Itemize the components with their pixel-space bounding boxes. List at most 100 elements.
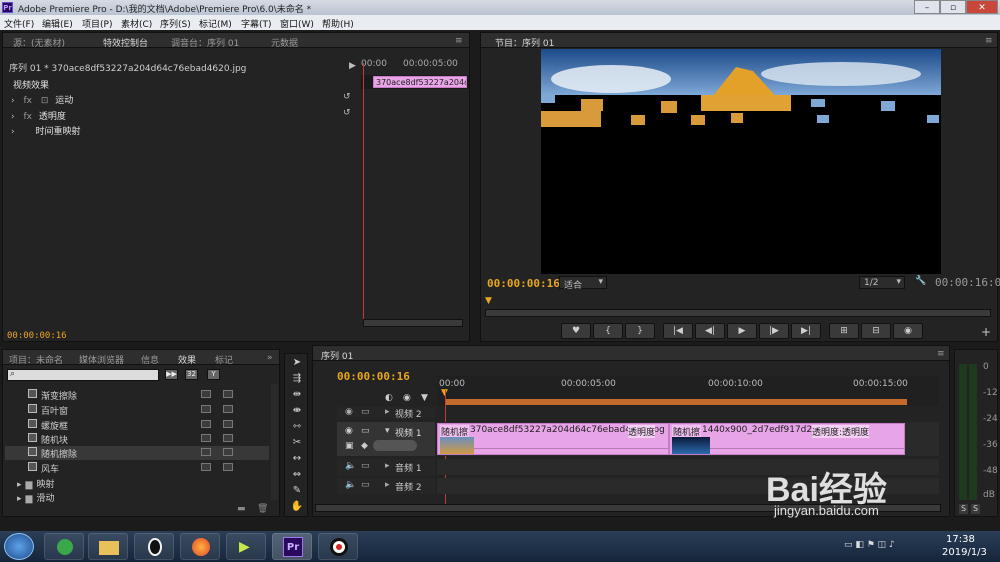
- start-button[interactable]: [4, 533, 34, 560]
- fit-dropdown[interactable]: 适合 ▾: [559, 276, 607, 291]
- snap-icon[interactable]: ◐: [385, 393, 393, 403]
- work-area-bar[interactable]: [445, 399, 907, 405]
- menu-window[interactable]: 窗口(W): [280, 17, 314, 30]
- zoom-scrollbar[interactable]: [363, 319, 463, 327]
- clip-property[interactable]: 透明度: [628, 425, 656, 438]
- solo-button[interactable]: S: [971, 504, 980, 514]
- tab-project[interactable]: 项目：未命名: [9, 353, 63, 366]
- tab-info[interactable]: 信息: [141, 353, 159, 366]
- reset-opacity-icon[interactable]: ↺: [343, 108, 351, 118]
- slide-tool-icon[interactable]: ⇔: [289, 468, 305, 482]
- lift-button[interactable]: ⊞: [829, 323, 859, 339]
- go-to-in-button[interactable]: |◀: [663, 323, 693, 339]
- keyframe-icon[interactable]: ◆: [361, 441, 368, 451]
- panel-menu-icon[interactable]: ≡: [985, 36, 993, 46]
- effect-item[interactable]: 渐变擦除: [28, 389, 77, 402]
- accelerated-effects-icon[interactable]: ▶▶: [165, 369, 178, 380]
- display-style-icon[interactable]: ▣: [345, 441, 354, 451]
- taskbar-app-icon[interactable]: [44, 533, 84, 560]
- add-marker-icon[interactable]: ◉: [403, 393, 411, 403]
- mark-out-button[interactable]: }: [625, 323, 655, 339]
- solo-button[interactable]: S: [959, 504, 968, 514]
- delete-icon[interactable]: 🗑: [257, 504, 268, 514]
- expand-arrow-icon[interactable]: ›: [11, 127, 15, 137]
- speaker-icon[interactable]: 🔈: [345, 461, 356, 471]
- tab-program[interactable]: 节目：序列 01: [495, 36, 554, 49]
- file-explorer-icon[interactable]: [88, 533, 128, 560]
- premiere-taskbar-icon[interactable]: Pr: [272, 533, 312, 560]
- tab-effect-controls[interactable]: 特效控制台: [103, 36, 148, 49]
- expand-arrow-icon[interactable]: ›: [11, 112, 15, 122]
- timeline-clip[interactable]: 随机擦 370ace8df53227a204d64c76ebad4620.jpg…: [437, 423, 669, 455]
- tab-sequence[interactable]: 序列 01: [321, 349, 353, 362]
- expand-arrow-icon[interactable]: ▸: [17, 480, 22, 490]
- lock-icon[interactable]: ▭: [361, 480, 370, 490]
- folder-row[interactable]: ▸ ▆ 滑动: [17, 491, 54, 504]
- minimize-button[interactable]: –: [914, 0, 940, 14]
- ripple-edit-tool-icon[interactable]: ⇹: [289, 388, 305, 402]
- effects-search-input[interactable]: ⌕: [7, 369, 159, 381]
- menu-clip[interactable]: 素材(C): [121, 17, 152, 30]
- effect-item-selected[interactable]: 随机擦除: [28, 447, 77, 460]
- speaker-icon[interactable]: 🔈: [345, 480, 356, 490]
- timeline-clip[interactable]: 随机擦 1440x900_2d7edf917d28899.jpg 透明度:透明度: [669, 423, 905, 455]
- panel-menu-icon[interactable]: ≡: [937, 349, 945, 359]
- go-to-out-button[interactable]: ▶|: [791, 323, 821, 339]
- tab-metadata[interactable]: 元数据: [271, 36, 298, 49]
- reset-motion-icon[interactable]: ↺: [343, 92, 351, 102]
- expand-arrow-icon[interactable]: ▸: [385, 480, 390, 490]
- effect-row-time-remap[interactable]: › 时间重映射: [11, 124, 81, 137]
- program-scrub-bar[interactable]: [485, 309, 991, 317]
- razor-tool-icon[interactable]: ✂: [289, 436, 305, 450]
- effects-scrollbar[interactable]: [271, 384, 278, 500]
- add-marker-button[interactable]: ♥: [561, 323, 591, 339]
- new-bin-icon[interactable]: ▬: [237, 504, 246, 514]
- export-frame-button[interactable]: ◉: [893, 323, 923, 339]
- effect-item[interactable]: 螺旋框: [28, 419, 68, 432]
- collapse-arrow-icon[interactable]: ▾: [385, 426, 390, 436]
- marker-icon[interactable]: ▼: [421, 393, 428, 403]
- clip-property[interactable]: 透明度:透明度: [812, 425, 870, 438]
- panel-menu-icon[interactable]: »: [267, 353, 273, 363]
- rate-stretch-tool-icon[interactable]: ⇿: [289, 420, 305, 434]
- lock-icon[interactable]: ▭: [361, 407, 370, 417]
- add-button-icon[interactable]: +: [981, 325, 991, 339]
- panel-menu-icon[interactable]: ≡: [455, 36, 463, 46]
- tray-icons[interactable]: ▭ ◧ ⚑ ◫ ♪: [844, 540, 895, 550]
- eye-icon[interactable]: ◉: [345, 407, 353, 417]
- maximize-button[interactable]: ▫: [940, 0, 966, 14]
- tab-markers[interactable]: 标记: [215, 353, 233, 366]
- mark-in-button[interactable]: {: [593, 323, 623, 339]
- resolution-dropdown[interactable]: 1/2 ▾: [859, 276, 905, 289]
- menu-file[interactable]: 文件(F): [4, 17, 34, 30]
- firefox-icon[interactable]: [180, 533, 220, 560]
- effect-row-motion[interactable]: › fx ⊡ 运动: [11, 93, 73, 106]
- lock-icon[interactable]: ▭: [361, 461, 370, 471]
- effect-item[interactable]: 随机块: [28, 433, 68, 446]
- effect-item[interactable]: 百叶窗: [28, 404, 68, 417]
- play-clip-icon[interactable]: ▶: [349, 61, 356, 71]
- menu-title[interactable]: 字幕(T): [241, 17, 272, 30]
- expand-arrow-icon[interactable]: ›: [11, 96, 15, 106]
- expand-arrow-icon[interactable]: ▸: [385, 407, 390, 417]
- keyframe-nav-control[interactable]: [373, 440, 417, 451]
- hand-tool-icon[interactable]: ✋: [289, 500, 305, 514]
- menu-help[interactable]: 帮助(H): [322, 17, 354, 30]
- clock-time[interactable]: 17:38: [946, 534, 975, 545]
- play-button[interactable]: ▶: [727, 323, 757, 339]
- selection-tool-icon[interactable]: ➤: [289, 356, 305, 370]
- 32bit-effects-icon[interactable]: 32: [185, 369, 198, 380]
- playhead-marker-icon[interactable]: ▼: [485, 296, 492, 306]
- yuv-effects-icon[interactable]: Y: [207, 369, 220, 380]
- menu-sequence[interactable]: 序列(S): [160, 17, 191, 30]
- effect-row-opacity[interactable]: › fx 透明度: [11, 109, 66, 122]
- wrench-icon[interactable]: 🔧: [915, 276, 926, 286]
- track-select-tool-icon[interactable]: ⇶: [289, 372, 305, 386]
- lock-icon[interactable]: ▭: [361, 426, 370, 436]
- mini-clip[interactable]: 370ace8df53227a204d: [373, 76, 467, 88]
- eye-icon[interactable]: ◉: [345, 426, 353, 436]
- expand-arrow-icon[interactable]: ▸: [17, 494, 22, 504]
- expand-arrow-icon[interactable]: ▸: [385, 461, 390, 471]
- opacity-rubberband[interactable]: [474, 448, 668, 449]
- qq-icon[interactable]: [134, 533, 174, 560]
